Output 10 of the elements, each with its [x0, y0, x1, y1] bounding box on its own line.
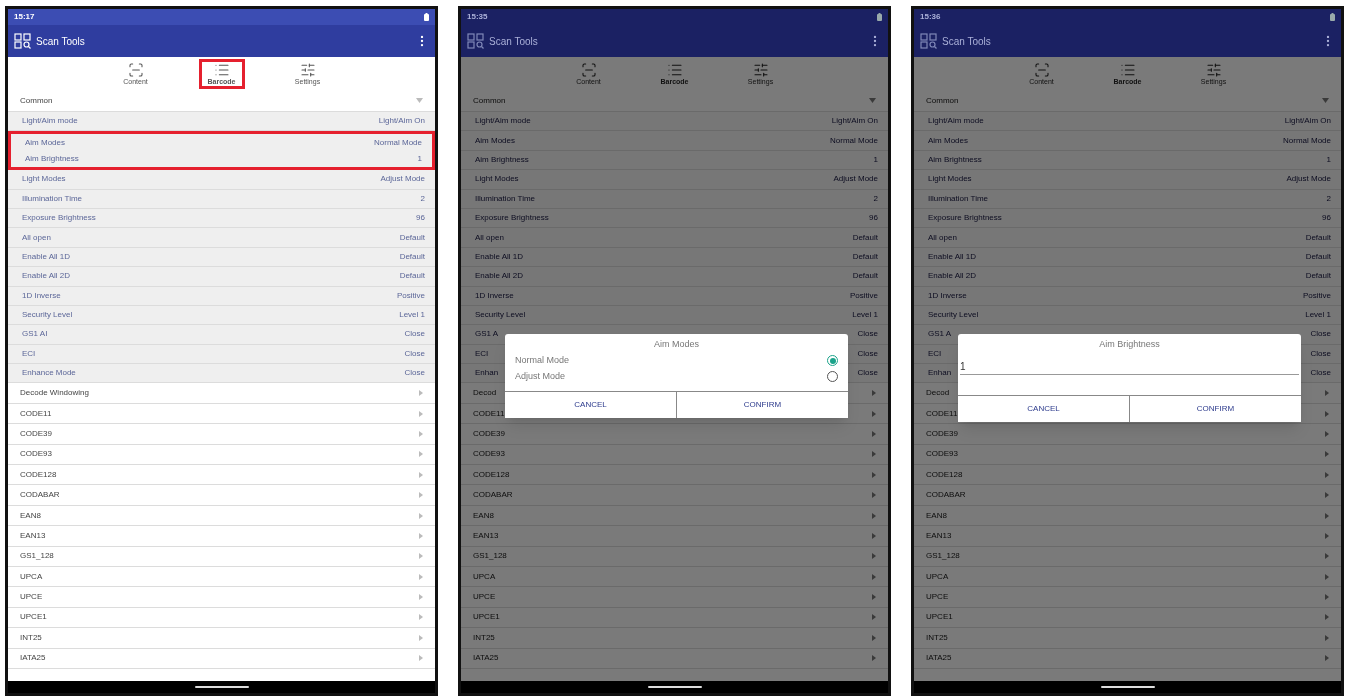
status-time: 15:36	[920, 11, 941, 23]
dialog-title: Aim Modes	[654, 338, 699, 351]
app-title: Scan Tools	[489, 34, 538, 49]
status-time: 15:17	[14, 11, 35, 23]
app-title: Scan Tools	[942, 34, 991, 49]
option-label: Adjust Mode	[515, 369, 566, 383]
dialog-title: Aim Brightness	[1099, 338, 1160, 351]
app-title: Scan Tools	[36, 34, 85, 49]
option-label: Normal Mode	[515, 353, 570, 367]
status-time: 15:35	[467, 11, 488, 23]
